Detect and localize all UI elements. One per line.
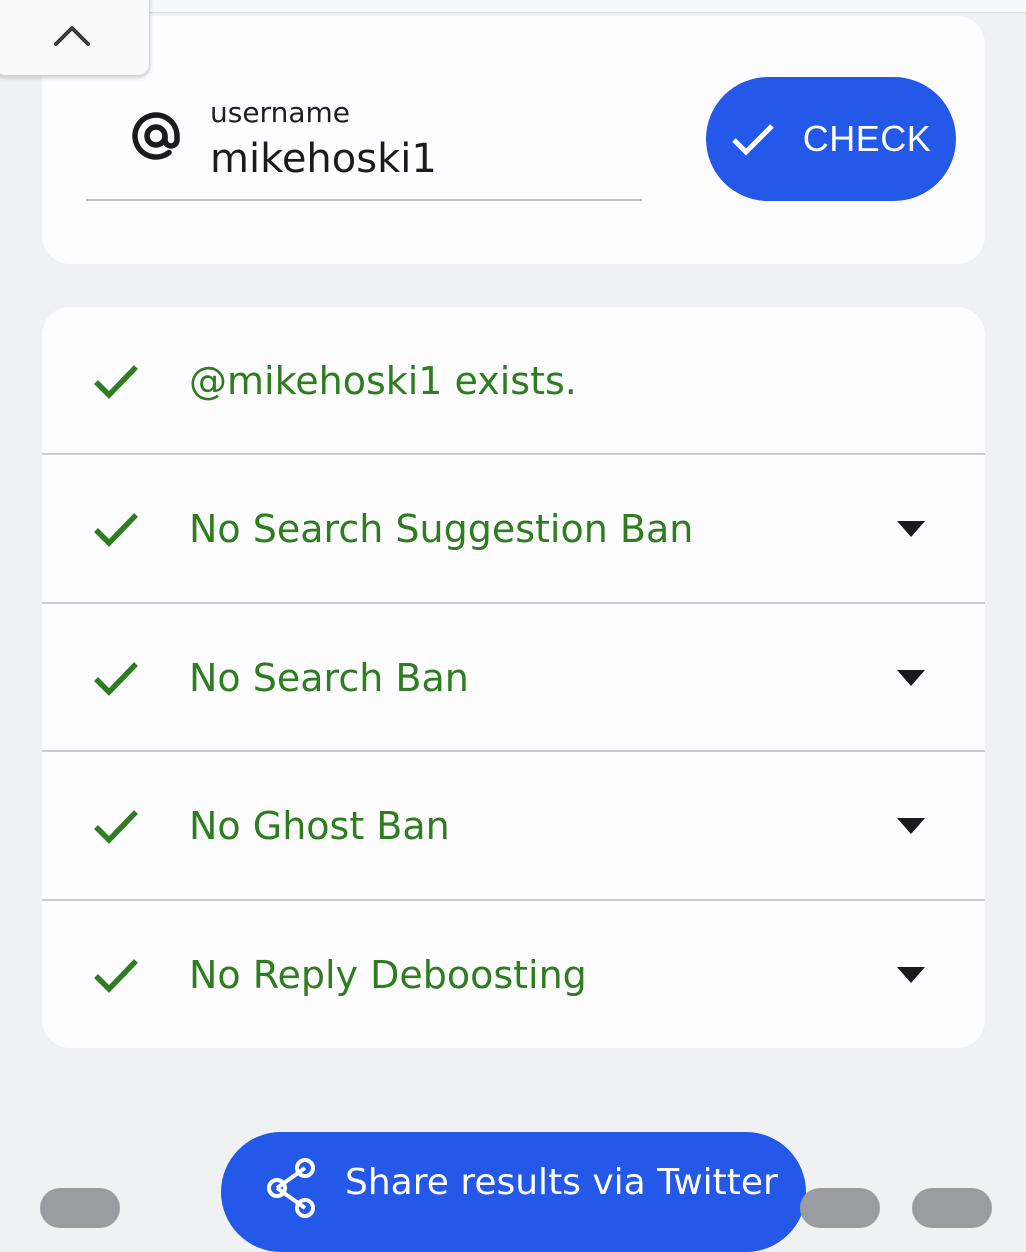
result-text: No Reply Deboosting — [189, 953, 587, 997]
username-underline — [86, 199, 642, 201]
checkmark-icon — [94, 959, 138, 993]
checkmark-icon — [94, 810, 138, 844]
checkmark-icon — [94, 513, 138, 547]
checkmark-icon — [94, 662, 138, 696]
dropdown-arrow-icon[interactable] — [897, 818, 925, 834]
result-row-search-suggestion-ban[interactable]: No Search Suggestion Ban — [42, 455, 985, 603]
result-row-ghost-ban[interactable]: No Ghost Ban — [42, 752, 985, 900]
username-card: username mikehoski1 CHECK — [42, 16, 985, 264]
collapse-button[interactable] — [0, 0, 150, 76]
share-button-label: Share results via Twitter — [345, 1162, 778, 1203]
dropdown-arrow-icon[interactable] — [897, 521, 925, 537]
dropdown-arrow-icon[interactable] — [897, 967, 925, 983]
check-button-label: CHECK — [802, 118, 932, 159]
share-twitter-button[interactable]: Share results via Twitter — [221, 1132, 806, 1252]
result-row-reply-deboosting[interactable]: No Reply Deboosting — [42, 901, 985, 1048]
result-text: No Ghost Ban — [189, 804, 450, 848]
checkmark-icon — [94, 365, 138, 399]
chevron-up-icon — [54, 26, 90, 46]
top-edge — [150, 0, 1026, 13]
dropdown-arrow-icon[interactable] — [897, 670, 925, 686]
check-button[interactable]: CHECK — [706, 77, 956, 201]
username-label: username — [210, 96, 350, 129]
result-text: No Search Suggestion Ban — [189, 507, 694, 551]
bottom-nav-item — [40, 1188, 120, 1228]
at-sign-icon — [132, 112, 180, 160]
result-text: No Search Ban — [189, 656, 469, 700]
username-input[interactable]: mikehoski1 — [210, 136, 437, 182]
result-text: @mikehoski1 exists. — [189, 359, 577, 403]
result-row-search-ban[interactable]: No Search Ban — [42, 604, 985, 752]
checkmark-icon — [731, 124, 774, 156]
result-row-exists: @mikehoski1 exists. — [42, 307, 985, 455]
bottom-nav-item — [800, 1188, 880, 1228]
share-icon — [267, 1158, 315, 1218]
bottom-nav-item — [912, 1188, 992, 1228]
results-card: @mikehoski1 exists. No Search Suggestion… — [42, 307, 985, 1048]
